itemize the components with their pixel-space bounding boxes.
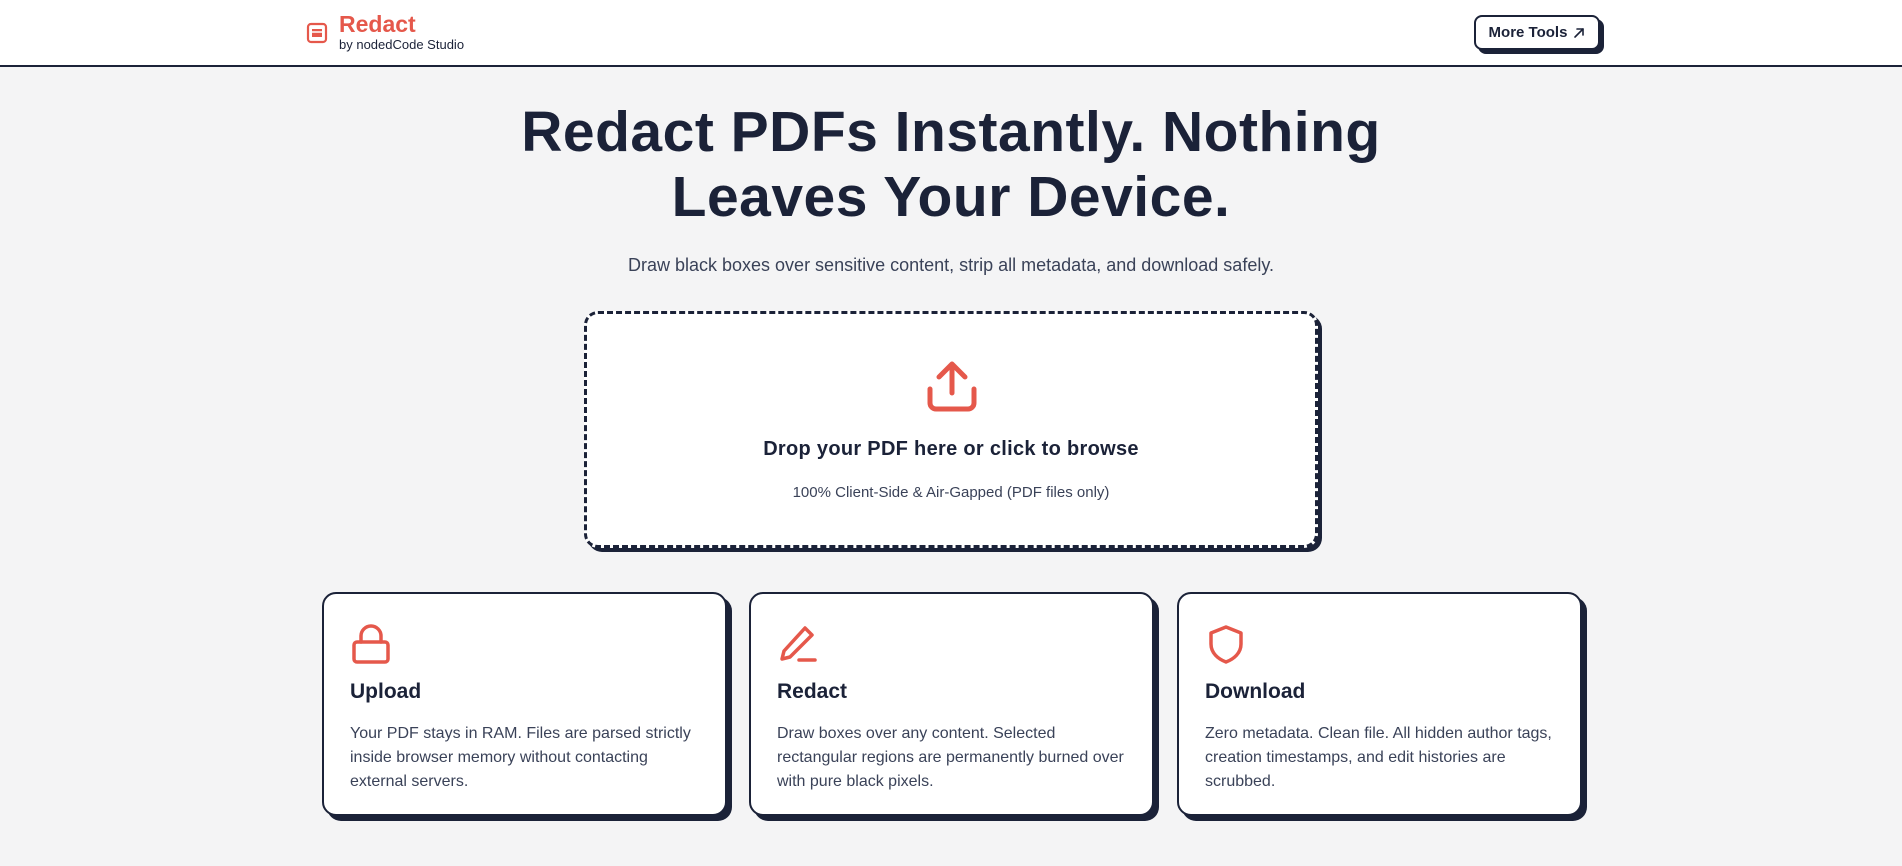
page-subtitle: Draw black boxes over sensitive content,… — [627, 255, 1274, 275]
feature-card-download: Download Zero metadata. Clean file. All … — [1177, 592, 1582, 816]
pdf-dropzone[interactable]: Drop your PDF here or click to browse 10… — [584, 311, 1318, 548]
pen-icon — [780, 626, 817, 662]
card-title: Redact — [777, 680, 848, 703]
top-bar: Redact by nodedCode Studio More Tools — [0, 0, 1902, 67]
card-title: Upload — [350, 680, 422, 703]
window-icon — [306, 22, 328, 43]
arrow-up-right-icon — [1574, 27, 1585, 38]
more-tools-label: More Tools — [1488, 24, 1568, 41]
dropzone-title: Drop your PDF here or click to browse — [763, 438, 1139, 460]
dropzone-note: 100% Client-Side & Air-Gapped (PDF files… — [792, 484, 1110, 501]
brand[interactable]: Redact by nodedCode Studio — [305, 12, 464, 53]
feature-card-redact: Redact Draw boxes over any content. Sele… — [749, 592, 1154, 816]
card-text: Draw boxes over any content. Selected re… — [777, 725, 1124, 790]
card-text: Zero metadata. Clean file. All hidden au… — [1205, 725, 1552, 790]
card-text: Your PDF stays in RAM. Files are parsed … — [350, 725, 691, 790]
feature-card-upload: Upload Your PDF stays in RAM. Files are … — [322, 592, 727, 816]
brand-text: Redact by nodedCode Studio — [339, 12, 464, 53]
shield-icon — [1209, 625, 1243, 664]
card-title: Download — [1205, 680, 1306, 703]
more-tools-button[interactable]: More Tools — [1474, 15, 1600, 50]
page-title-line-1: Redact PDFs Instantly. Nothing — [521, 100, 1381, 164]
brand-subtitle: by nodedCode Studio — [339, 37, 465, 52]
page-title-line-2: Leaves Your Device. — [671, 165, 1231, 229]
upload-icon — [927, 361, 977, 412]
lock-icon — [352, 624, 390, 664]
brand-title: Redact — [339, 11, 416, 37]
page-title: Redact PDFs Instantly. Nothing Leaves Yo… — [451, 100, 1451, 230]
